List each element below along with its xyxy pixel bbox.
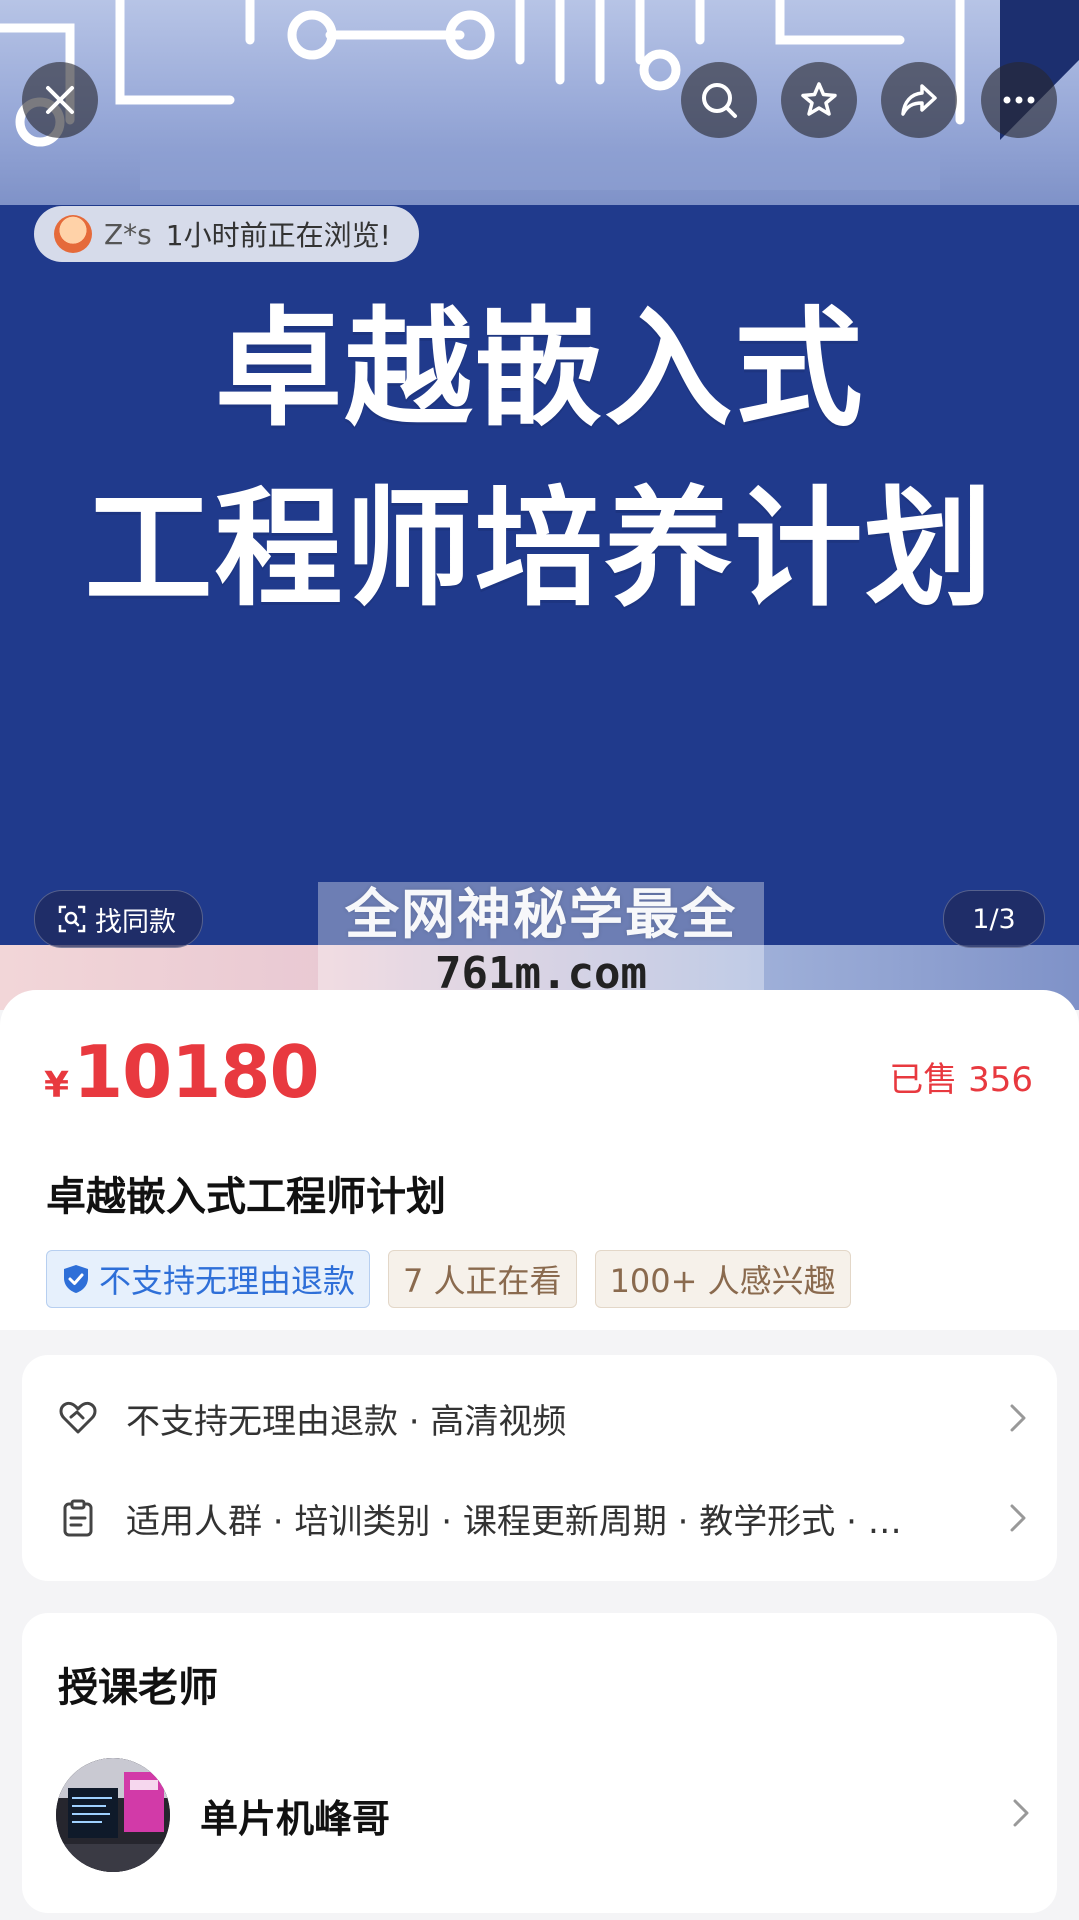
watching-count-tag: 7 人正在看 (388, 1250, 577, 1308)
price: ¥ 10180 (44, 1030, 320, 1114)
share-icon (901, 84, 937, 116)
teacher-name: 单片机峰哥 (200, 1796, 391, 1841)
search-icon (702, 83, 737, 118)
teacher-card: 授课老师 单片机峰哥 (22, 1613, 1057, 1913)
star-icon (801, 82, 837, 116)
image-search-icon (58, 905, 86, 933)
close-button[interactable] (22, 62, 98, 138)
price-value: 10180 (73, 1030, 319, 1114)
course-parameters-row[interactable]: 适用人群 · 培训类别 · 课程更新周期 · 教学形式 · … (58, 1488, 1028, 1548)
product-title: 卓越嵌入式工程师计划 (46, 1174, 446, 1220)
interested-count-tag: 100+ 人感兴趣 (594, 1250, 851, 1308)
refund-tag-label: 不支持无理由退款 (99, 1262, 356, 1300)
chevron-right-icon (1010, 1404, 1026, 1432)
browsing-text: 1小时前正在浏览! (165, 219, 391, 252)
find-same-label: 找同款 (95, 906, 176, 938)
teacher-avatar-image (56, 1758, 170, 1872)
close-icon (46, 86, 74, 114)
refund-policy-tag: 不支持无理由退款 (46, 1250, 371, 1308)
search-button[interactable] (681, 62, 757, 138)
shield-icon (64, 1265, 88, 1293)
service-guarantee-row[interactable]: 不支持无理由退款 · 高清视频 (58, 1388, 1028, 1448)
more-icon (1003, 96, 1035, 104)
sold-count: 已售 356 (889, 1060, 1033, 1100)
more-button[interactable] (981, 62, 1057, 138)
product-tags: 不支持无理由退款 7 人正在看 100+ 人感兴趣 (46, 1250, 851, 1308)
share-button[interactable] (881, 62, 957, 138)
teacher-item[interactable]: 单片机峰哥 (56, 1757, 1031, 1873)
viewer-avatar (54, 215, 92, 253)
course-parameters-text: 适用人群 · 培训类别 · 课程更新周期 · 教学形式 · … (126, 1501, 902, 1542)
hero-title-line-2: 工程师培养计划 (84, 475, 995, 624)
chevron-right-icon (1013, 1799, 1029, 1827)
chevron-right-icon (1010, 1504, 1026, 1532)
currency-symbol: ¥ (44, 1065, 70, 1106)
find-same-button[interactable]: 找同款 (34, 890, 203, 948)
service-guarantee-text: 不支持无理由退款 · 高清视频 (126, 1401, 567, 1442)
watermark: 全网神秘学最全 761m.com (318, 882, 764, 1002)
heart-handshake-icon (59, 1401, 97, 1434)
watermark-line-1: 全网神秘学最全 (345, 883, 737, 946)
product-image-carousel[interactable]: 卓越嵌入式 工程师培养计划 (0, 0, 1079, 1010)
recent-browsing-notice: Z*s 1小时前正在浏览! (34, 206, 419, 262)
clipboard-icon (63, 1499, 93, 1537)
hero-title-line-1: 卓越嵌入式 (214, 295, 865, 444)
favorite-button[interactable] (781, 62, 857, 138)
service-info-card: 不支持无理由退款 · 高清视频 适用人群 · 培训类别 · 课程更新周期 · 教… (22, 1355, 1057, 1581)
teacher-section-title: 授课老师 (58, 1665, 218, 1711)
image-page-indicator: 1/3 (943, 890, 1045, 948)
teacher-avatar (56, 1758, 170, 1872)
viewer-name: Z*s (104, 217, 152, 251)
